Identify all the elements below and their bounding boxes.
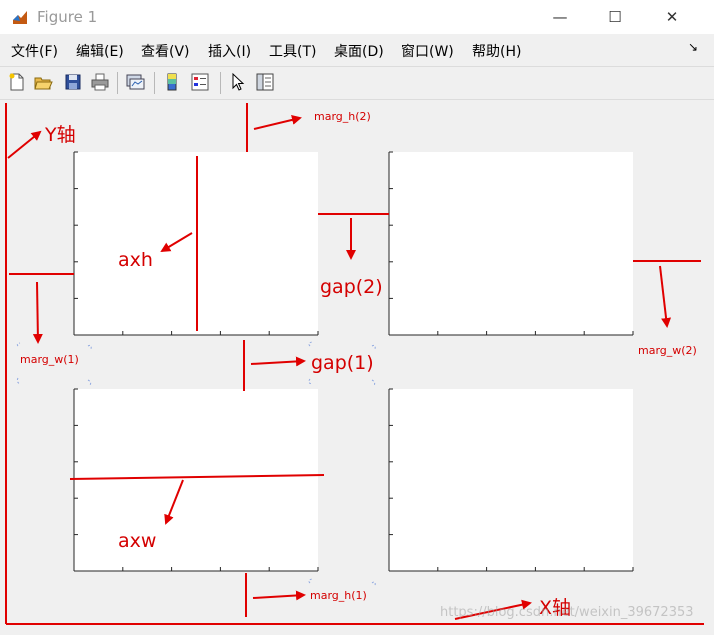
marg-h1-arrow <box>252 590 306 601</box>
annotation-overlay <box>5 103 704 625</box>
axw-line <box>69 474 325 480</box>
marg-w1-arrow <box>32 281 43 344</box>
y-axis-arrow <box>7 130 42 159</box>
gap1-arrow <box>250 356 306 367</box>
gap1-label: gap(1) <box>311 352 374 374</box>
axw-label: axw <box>118 530 157 552</box>
watermark: https://blog.csdn.net/weixin_39672353 <box>440 605 694 620</box>
axh-arrow <box>160 232 193 253</box>
gap2-label: gap(2) <box>320 276 383 298</box>
y-axis-label: Y轴 <box>45 124 76 146</box>
marg-h2-arrow <box>253 114 302 130</box>
marg-w2-arrow <box>659 265 672 328</box>
selection-marks <box>16 341 376 587</box>
marg-w2-label: marg_w(2) <box>638 344 697 357</box>
axh-label: axh <box>118 249 153 271</box>
marg-h2-label: marg_h(2) <box>314 110 371 123</box>
marg-w1-label: marg_w(1) <box>20 353 79 366</box>
axw-arrow <box>164 479 184 525</box>
marg-h1-label: marg_h(1) <box>310 589 367 602</box>
